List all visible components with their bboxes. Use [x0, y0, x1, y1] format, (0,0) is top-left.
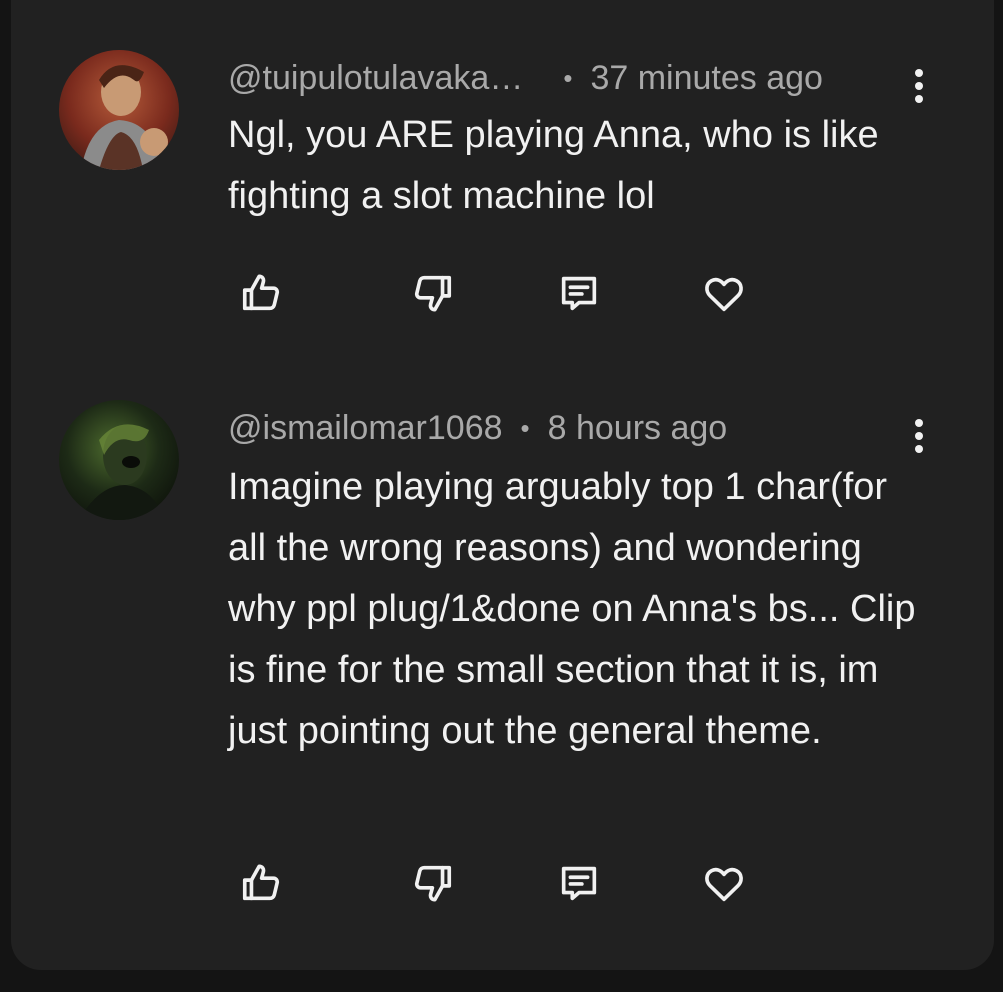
comment-time[interactable]: 8 hours ago — [548, 409, 728, 448]
avatar[interactable] — [59, 50, 179, 170]
reply-comment-icon — [561, 866, 597, 901]
comment-text: Ngl, you ARE playing Anna, who is like f… — [228, 114, 879, 217]
meta-separator: • — [563, 62, 573, 93]
reply-button[interactable] — [553, 858, 605, 908]
thumbs-up-icon — [242, 864, 280, 901]
heart-icon — [705, 867, 743, 902]
comment-text: Imagine playing arguably top 1 char(for … — [228, 466, 916, 752]
more-vertical-icon[interactable] — [899, 412, 939, 460]
thumbs-down-icon — [414, 275, 452, 312]
more-vertical-icon[interactable] — [899, 62, 939, 110]
avatar[interactable] — [59, 400, 179, 520]
like-button[interactable] — [236, 268, 288, 318]
heart-button[interactable] — [698, 268, 750, 318]
thumbs-up-icon — [242, 274, 280, 311]
comment-author[interactable]: @ismailomar1068 — [228, 409, 503, 448]
heart-button[interactable] — [698, 858, 750, 908]
avatar-image — [59, 50, 179, 170]
comment-author[interactable]: @tuipulotulavaka… — [228, 59, 523, 98]
comment-meta: @ismailomar1068 • 8 hours ago — [228, 406, 727, 450]
like-button[interactable] — [236, 858, 288, 908]
heart-icon — [705, 277, 743, 312]
comment-time[interactable]: 37 minutes ago — [590, 59, 823, 98]
comments-panel: @tuipulotulavaka… • 37 minutes ago Ngl, … — [11, 0, 994, 970]
dislike-button[interactable] — [406, 858, 458, 908]
thumbs-down-icon — [414, 865, 452, 902]
reply-comment-icon — [561, 276, 597, 311]
avatar-image — [59, 400, 179, 520]
comment-actions — [228, 268, 748, 318]
comment-meta: @tuipulotulavaka… • 37 minutes ago — [228, 56, 823, 100]
reply-button[interactable] — [553, 268, 605, 318]
meta-separator: • — [520, 412, 530, 443]
dislike-button[interactable] — [406, 268, 458, 318]
comment-actions — [228, 858, 748, 908]
